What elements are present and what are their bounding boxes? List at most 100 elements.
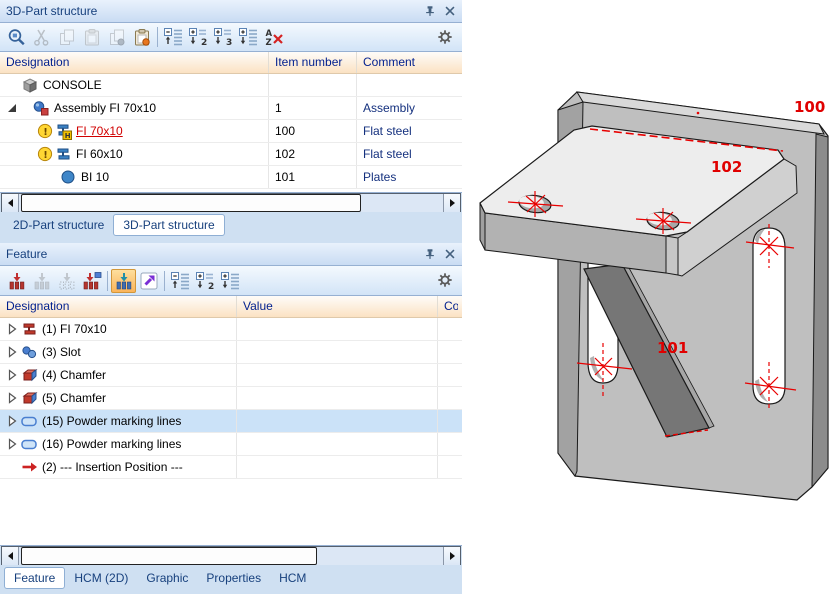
expand-level-2-icon: 2: [195, 271, 217, 291]
close-button[interactable]: [442, 3, 458, 19]
comment-cell: [437, 387, 462, 409]
tab-graphic[interactable]: Graphic: [137, 567, 197, 589]
powder-lines-icon: [20, 435, 38, 453]
part-structure-toolbar: 2 3 AZ: [0, 22, 462, 52]
part-item-label: 100: [794, 98, 825, 116]
expand-level-3-button[interactable]: 3: [211, 25, 236, 49]
collapse-all-button[interactable]: [168, 269, 193, 293]
feature-refresh-icon: [57, 271, 77, 291]
column-header[interactable]: Designation: [0, 52, 268, 73]
item-number-cell: [268, 74, 356, 96]
feature-insert-icon: [32, 271, 52, 291]
expand-all-icon: [220, 271, 242, 291]
expander[interactable]: [4, 415, 19, 427]
collapse-all-icon: [170, 271, 192, 291]
docking-panels-column: 3D-Part structure 23AZ DesignationItem n…: [0, 0, 462, 594]
close-button[interactable]: [442, 246, 458, 262]
copy-contents-icon: [107, 27, 127, 47]
expander[interactable]: [4, 346, 19, 358]
expand-all-button[interactable]: [218, 269, 243, 293]
feature-refresh-button[interactable]: [54, 269, 79, 293]
expander[interactable]: [4, 392, 19, 404]
part-row[interactable]: Assembly FI 70x101Assembly: [0, 97, 462, 120]
paste-contents-button[interactable]: [129, 25, 154, 49]
feature-row[interactable]: (5) Chamfer: [0, 387, 462, 410]
pin-icon: [423, 247, 437, 261]
expand-level-2-button[interactable]: 2: [186, 25, 211, 49]
tab-2d-part-structure[interactable]: 2D-Part structure: [4, 214, 113, 236]
panel-title-bar: 3D-Part structure: [0, 0, 462, 22]
part-designation: FI 60x10: [76, 147, 123, 161]
feature-insert-button[interactable]: [29, 269, 54, 293]
settings-button[interactable]: [434, 269, 456, 291]
part-row[interactable]: BI 10101Plates: [0, 166, 462, 189]
copy-button[interactable]: [54, 25, 79, 49]
close-icon: [443, 247, 457, 261]
scroll-left-button[interactable]: [2, 194, 19, 212]
part-row[interactable]: CONSOLE: [0, 74, 462, 97]
gear-icon: [436, 271, 454, 289]
feature-recalc-button[interactable]: [4, 269, 29, 293]
feature-row[interactable]: (15) Powder marking lines: [0, 410, 462, 433]
paste-button[interactable]: [79, 25, 104, 49]
table-header-row: DesignationValueCo: [0, 296, 462, 318]
tab-hcm-2d[interactable]: HCM (2D): [65, 567, 137, 589]
scrollbar-thumb[interactable]: [21, 194, 361, 212]
tab-properties[interactable]: Properties: [197, 567, 270, 589]
scroll-right-button[interactable]: [443, 547, 460, 565]
feature-recalc-icon: [7, 271, 27, 291]
svg-text:!: !: [43, 150, 48, 161]
expander[interactable]: [4, 438, 19, 450]
cancel-sort-icon: AZ: [264, 27, 284, 47]
feature-copy-button[interactable]: [79, 269, 104, 293]
scroll-right-button[interactable]: [443, 194, 460, 212]
copy-icon: [57, 27, 77, 47]
part-row[interactable]: !FI 60x10102Flat steel: [0, 143, 462, 166]
exp-closed-icon: [6, 392, 18, 404]
expander[interactable]: [4, 323, 19, 335]
cancel-sort-button[interactable]: AZ: [261, 25, 286, 49]
svg-text:3: 3: [226, 38, 232, 47]
cut-button[interactable]: [29, 25, 54, 49]
feature-row[interactable]: (4) Chamfer: [0, 364, 462, 387]
svg-text:Z: Z: [265, 38, 271, 47]
feature-designation: (15) Powder marking lines: [42, 414, 181, 428]
docking-tab-strip: FeatureHCM (2D)GraphicPropertiesHCM: [0, 565, 462, 594]
expand-level-2-button[interactable]: 2: [193, 269, 218, 293]
horizontal-scrollbar[interactable]: [1, 546, 461, 566]
collapse-all-button[interactable]: [161, 25, 186, 49]
expand-all-button[interactable]: [236, 25, 261, 49]
column-header[interactable]: Designation: [0, 296, 236, 317]
expander[interactable]: [4, 369, 19, 381]
tab-3d-part-structure[interactable]: 3D-Part structure: [113, 214, 224, 236]
part-item-label: 101: [657, 339, 688, 357]
feature-row[interactable]: (3) Slot: [0, 341, 462, 364]
feature-row[interactable]: (1) FI 70x10: [0, 318, 462, 341]
horizontal-scrollbar[interactable]: [1, 193, 461, 213]
settings-button[interactable]: [434, 26, 456, 48]
column-header[interactable]: Comment: [356, 52, 456, 73]
pin-button[interactable]: [422, 246, 438, 262]
feature-goto-button[interactable]: [136, 269, 161, 293]
feature-row[interactable]: (16) Powder marking lines: [0, 433, 462, 456]
feature-row[interactable]: (2) --- Insertion Position ---: [0, 456, 462, 479]
column-header[interactable]: Item number: [268, 52, 356, 73]
copy-contents-button[interactable]: [104, 25, 129, 49]
tab-hcm[interactable]: HCM: [270, 567, 315, 589]
scrollbar-thumb[interactable]: [21, 547, 317, 565]
column-header[interactable]: Value: [236, 296, 437, 317]
feature-designation: (16) Powder marking lines: [42, 437, 181, 451]
paste-icon: [82, 27, 102, 47]
feature-log-button[interactable]: [111, 269, 136, 293]
comment-cell: [437, 456, 462, 478]
expander[interactable]: [4, 102, 19, 114]
plate-icon: [59, 168, 77, 186]
column-header[interactable]: Co: [437, 296, 458, 317]
scroll-left-button[interactable]: [2, 547, 19, 565]
part-row[interactable]: !HFI 70x10100Flat steel: [0, 120, 462, 143]
exp-closed-icon: [6, 369, 18, 381]
pin-button[interactable]: [422, 3, 438, 19]
tab-feature[interactable]: Feature: [4, 567, 65, 589]
value-cell: [236, 433, 437, 455]
search-button[interactable]: [4, 25, 29, 49]
